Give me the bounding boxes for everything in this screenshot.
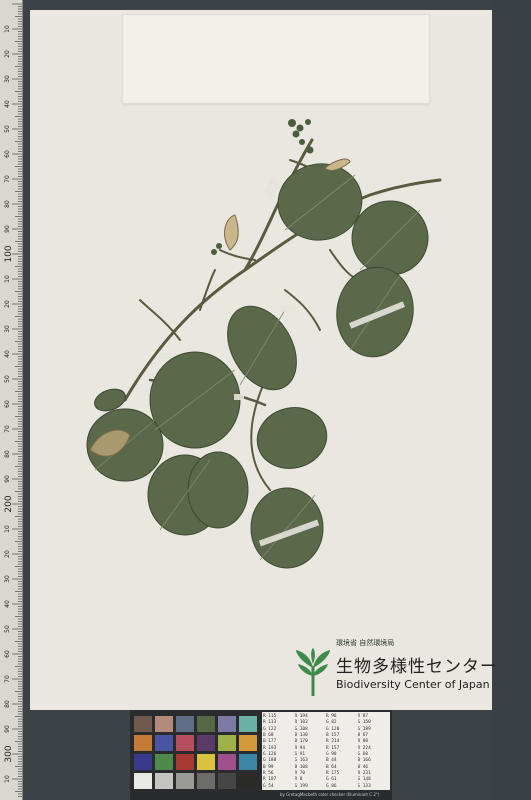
color-swatch bbox=[134, 773, 152, 789]
color-swatch bbox=[218, 735, 236, 751]
color-swatch bbox=[239, 716, 257, 732]
ruler-label: 20 bbox=[4, 50, 11, 58]
ruler-label: 60 bbox=[4, 650, 11, 658]
color-swatch bbox=[239, 773, 257, 789]
leaf bbox=[187, 451, 249, 529]
ruler-label: 30 bbox=[4, 75, 11, 83]
color-swatches bbox=[134, 716, 260, 796]
color-swatch bbox=[155, 773, 173, 789]
ruler-label: 10 bbox=[4, 275, 11, 283]
ruler-label: 10 bbox=[4, 25, 11, 33]
color-checker-card: R 115 R 194 R 98 R 87 R 133 R 103 G 82 G 150 G 1… bbox=[130, 710, 392, 800]
ministry-label: 環境省 自然環境局 bbox=[336, 639, 395, 647]
color-swatch bbox=[197, 716, 215, 732]
ruler-label: 80 bbox=[4, 700, 11, 708]
ruler-label: 70 bbox=[4, 425, 11, 433]
color-checker-caption: by GretagMacbeth color checker (Illumina… bbox=[280, 792, 380, 797]
pressed-plant-specimen bbox=[86, 119, 442, 569]
color-swatch bbox=[239, 735, 257, 751]
ruler-label: 50 bbox=[4, 625, 11, 633]
ruler-label: 200 bbox=[4, 495, 14, 512]
ruler-label: 300 bbox=[4, 745, 14, 762]
ruler-label: 40 bbox=[4, 600, 11, 608]
ruler-label: 50 bbox=[4, 125, 11, 133]
color-swatch bbox=[218, 716, 236, 732]
background-strip bbox=[492, 0, 531, 800]
color-swatch bbox=[134, 716, 152, 732]
ruler-label: 30 bbox=[4, 575, 11, 583]
color-value-cell: G 86 bbox=[326, 783, 337, 789]
color-swatch bbox=[155, 716, 173, 732]
measuring-ruler: 10 20 30 40 50 60 70 80 90 100 10 20 30 40 50 60 70 80 90 2… bbox=[0, 0, 23, 800]
color-swatch bbox=[155, 754, 173, 770]
ruler-label: 80 bbox=[4, 450, 11, 458]
ruler-label: 50 bbox=[4, 375, 11, 383]
biodiversity-center-logo: 環境省 自然環境局 生物多様性センター Biodiversity Center … bbox=[294, 639, 497, 704]
color-value-cell: G 199 bbox=[294, 783, 308, 789]
center-name-japanese: 生物多様性センター bbox=[336, 657, 498, 677]
color-swatch bbox=[155, 735, 173, 751]
ruler-label: 40 bbox=[4, 100, 11, 108]
color-value-cell: G 54 bbox=[263, 783, 274, 789]
color-swatch bbox=[197, 735, 215, 751]
ruler-label: 90 bbox=[4, 475, 11, 483]
center-name-english: Biodiversity Center of Japan bbox=[336, 678, 490, 691]
ruler-label: 100 bbox=[4, 245, 14, 262]
color-swatch bbox=[176, 773, 194, 789]
ruler-label: 60 bbox=[4, 400, 11, 408]
ruler-label: 70 bbox=[4, 675, 11, 683]
color-swatch bbox=[176, 735, 194, 751]
ruler-label: 60 bbox=[4, 150, 11, 158]
color-swatch bbox=[197, 754, 215, 770]
color-swatch bbox=[134, 754, 152, 770]
color-swatch bbox=[134, 735, 152, 751]
ruler-label: 20 bbox=[4, 300, 11, 308]
ruler-scale: 10 20 30 40 50 60 70 80 90 100 10 20 30 40 50 60 70 80 90 2… bbox=[4, 3, 22, 797]
color-swatch bbox=[176, 716, 194, 732]
ruler-label: 10 bbox=[4, 775, 11, 783]
ruler-label: 10 bbox=[4, 525, 11, 533]
leaf bbox=[256, 407, 328, 469]
ruler-label: 70 bbox=[4, 175, 11, 183]
ruler-label: 90 bbox=[4, 225, 11, 233]
color-value-cell: G 133 bbox=[357, 783, 371, 789]
color-values-table: R 115 R 194 R 98 R 87 R 133 R 103 G 82 G 150 G 1… bbox=[262, 712, 390, 790]
color-swatch bbox=[176, 754, 194, 770]
ruler-label: 90 bbox=[4, 725, 11, 733]
color-swatch bbox=[197, 773, 215, 789]
plant-leaves bbox=[86, 163, 429, 569]
ruler-label: 20 bbox=[4, 550, 11, 558]
ruler-label: 80 bbox=[4, 200, 11, 208]
ruler-label: 30 bbox=[4, 325, 11, 333]
sprout-icon bbox=[296, 648, 330, 696]
color-swatch bbox=[239, 754, 257, 770]
color-swatch bbox=[218, 754, 236, 770]
ruler-label: 40 bbox=[4, 350, 11, 358]
leaf bbox=[351, 200, 429, 276]
color-swatch bbox=[218, 773, 236, 789]
